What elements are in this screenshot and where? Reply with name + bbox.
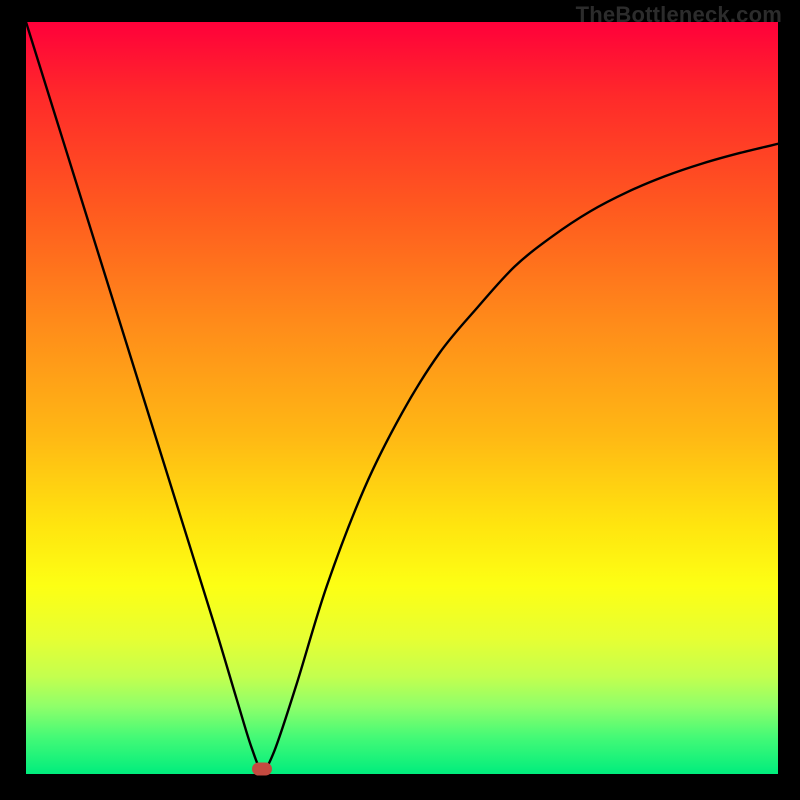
bottleneck-curve [26, 22, 778, 770]
curve-svg [26, 22, 778, 774]
chart-stage: TheBottleneck.com [0, 0, 800, 800]
plot-area [26, 22, 778, 774]
watermark-text: TheBottleneck.com [576, 2, 782, 28]
minimum-marker [252, 763, 272, 776]
